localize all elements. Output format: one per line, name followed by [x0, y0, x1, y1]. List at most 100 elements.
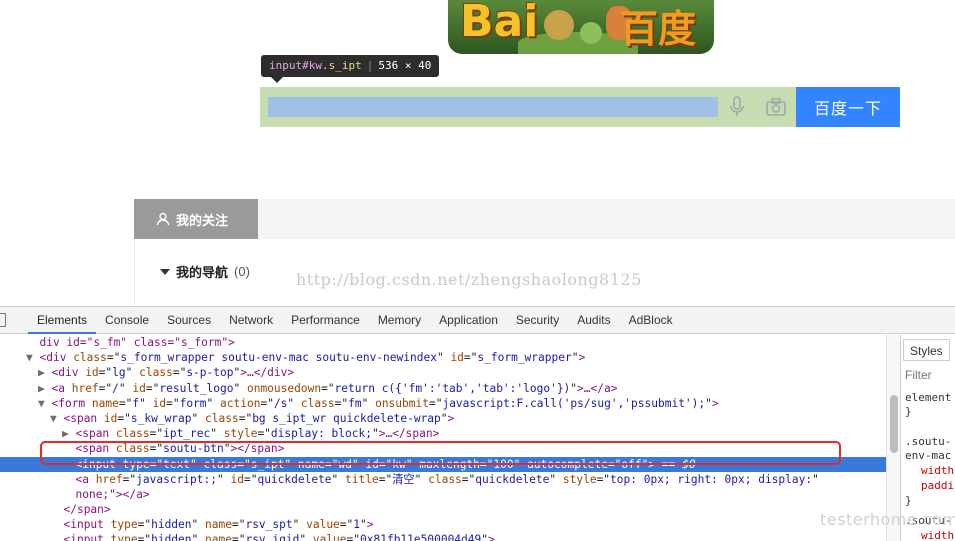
devtools-panel: Elements Console Sources Network Performance…	[0, 306, 955, 541]
dom-attr-name: style	[223, 427, 258, 441]
search-button[interactable]: 百度一下	[796, 87, 900, 127]
dom-attr-value: /s	[273, 396, 288, 410]
dom-node-line[interactable]: <input type="hidden" name="rsv_spt" valu…	[0, 517, 886, 532]
dom-node-line[interactable]: ▼ <span id="s_kw_wrap" class="bg s_ipt_w…	[0, 411, 886, 426]
dom-attr-value: s_kw_wrap	[130, 411, 192, 425]
dom-node-line[interactable]: ▶ <div id="lg" class="s-p-top">…</div>	[0, 365, 886, 380]
dom-tag-close: >	[488, 533, 495, 541]
tab-console[interactable]: Console	[96, 307, 158, 334]
dom-attr-name: name	[91, 396, 119, 410]
site-watermark: testerhome.com	[820, 510, 955, 529]
dom-tag: <div	[39, 351, 67, 365]
styles-filter-input[interactable]: Filter	[905, 368, 932, 383]
dom-attr-name: class	[115, 427, 150, 441]
dom-node-line[interactable]: ▼ <div class="s_form_wrapper soutu-env-m…	[0, 350, 886, 365]
dom-attr-name: class	[300, 396, 335, 410]
dom-attr-name: onmousedown	[246, 381, 322, 395]
dom-attr-value: hidden	[151, 518, 192, 532]
dom-node-line[interactable]: </span>	[0, 502, 886, 517]
style-rule-line: paddi	[921, 479, 955, 492]
dom-attr-name: id	[152, 396, 167, 410]
my-nav-count: (0)	[234, 264, 250, 279]
dom-attr-value: javascript:;	[136, 472, 217, 486]
logo-text-right: 百度	[619, 7, 696, 51]
dom-attr-name: id	[450, 351, 464, 365]
dom-tag-close: >	[447, 411, 455, 425]
dom-attr-value: ipt_rec	[163, 427, 211, 441]
expand-arrow-icon[interactable]: ▶	[38, 366, 51, 379]
tab-sources[interactable]: Sources	[158, 307, 220, 334]
tab-strip	[258, 199, 955, 239]
tab-network[interactable]: Network	[220, 307, 282, 334]
tab-my-follow[interactable]: 我的关注	[134, 199, 258, 239]
dom-tag: <a	[75, 472, 89, 486]
dom-attr-value: result_logo	[159, 381, 234, 395]
logo-text-left: Bai	[460, 0, 539, 47]
tab-styles[interactable]: Styles	[903, 339, 950, 361]
dom-attr-value: quickdelete	[475, 472, 550, 486]
tooltip-id: #kw	[302, 59, 322, 72]
microphone-icon[interactable]	[728, 96, 746, 118]
tab-security[interactable]: Security	[507, 307, 568, 334]
tab-performance[interactable]: Performance	[282, 307, 369, 334]
dom-attr-name: style	[562, 472, 597, 486]
dom-node-line[interactable]: div id="s_fm" class="s_form">	[0, 335, 886, 350]
dom-node-line[interactable]: ▼ <form name="f" id="form" action="/s" c…	[0, 396, 886, 411]
tooltip-dimensions: 536 × 40	[378, 59, 432, 72]
tooltip-class: .s_ipt	[322, 59, 362, 72]
dom-node-line[interactable]: ▶ <span class="ipt_rec" style="display: …	[0, 426, 886, 441]
dom-attr-name: type	[110, 518, 138, 532]
expand-arrow-icon[interactable]: ▶	[62, 427, 75, 440]
dom-tag-close: >…</span>	[378, 427, 440, 441]
dom-text: </span>	[63, 503, 111, 517]
dom-attr-value: quickdelete	[257, 472, 332, 486]
tab-application[interactable]: Application	[430, 307, 507, 334]
dom-attr-name: onsubmit	[375, 396, 429, 410]
dom-node-line[interactable]: none;"></a>	[0, 487, 886, 502]
dom-attr-name: href	[71, 381, 99, 395]
dom-tag: <span	[63, 411, 98, 425]
baidu-logo[interactable]: Bai 百度	[448, 0, 714, 54]
dom-node-line[interactable]: ▶ <a href="/" id="result_logo" onmousedo…	[0, 381, 886, 396]
tab-audits[interactable]: Audits	[568, 307, 619, 334]
devtools-tabs: Elements Console Sources Network Performance…	[28, 307, 682, 334]
dom-tag-close: >…</div>	[240, 366, 295, 380]
logo-decoration	[580, 22, 602, 44]
dom-attr-value: lg	[112, 366, 126, 380]
tab-adblock[interactable]: AdBlock	[620, 307, 682, 334]
dom-attr-value: 0x81fb11e500004d49	[360, 533, 482, 541]
collapse-arrow-icon[interactable]: ▼	[50, 412, 63, 425]
dom-attr-value: s_form_wrapper soutu-env-mac soutu-env-n…	[120, 351, 437, 365]
style-rule-line: }	[905, 494, 912, 507]
tab-memory[interactable]: Memory	[369, 307, 430, 334]
dom-attr-name: class	[428, 472, 462, 486]
style-rule-line: }	[905, 405, 912, 418]
expand-arrow-icon[interactable]: ▶	[38, 382, 51, 395]
camera-icon[interactable]	[766, 98, 786, 116]
dom-attr-name: value	[306, 518, 340, 532]
dom-attr-name: type	[110, 533, 138, 541]
dom-attr-value: display: block;	[270, 427, 372, 441]
dom-tag-close: >	[578, 351, 586, 365]
dom-node-line[interactable]: <input type="hidden" name="rsv_iqid" val…	[0, 532, 886, 541]
style-rule-line: .soutu-	[905, 435, 952, 448]
my-nav-toggle[interactable]: 我的导航 (0)	[160, 262, 250, 281]
collapse-arrow-icon[interactable]: ▼	[38, 397, 51, 410]
dom-tag: <input	[63, 518, 104, 532]
caret-down-icon	[160, 268, 170, 275]
blog-watermark: http://blog.csdn.net/zhengshaolong8125	[296, 270, 642, 289]
dom-tag-close: >	[366, 518, 374, 532]
dom-text: div id="s_fm" class="s_form">	[39, 336, 235, 349]
devtools-tab-bar: Elements Console Sources Network Performance…	[0, 307, 955, 334]
scrollbar-thumb[interactable]	[890, 395, 898, 453]
dom-tag: <div	[51, 366, 79, 380]
dom-node-line[interactable]: <a href="javascript:;" id="quickdelete" …	[0, 472, 886, 487]
device-toggle-icon[interactable]	[0, 313, 6, 327]
tab-elements[interactable]: Elements	[28, 307, 97, 334]
style-rule-line: width	[921, 529, 955, 541]
dom-attr-value: top: 0px; right: 0px; display:	[610, 472, 813, 486]
collapse-arrow-icon[interactable]: ▼	[26, 351, 39, 364]
search-input[interactable]	[268, 97, 718, 117]
dom-attr-value: /	[112, 381, 119, 395]
dom-tag: <form	[51, 396, 86, 410]
